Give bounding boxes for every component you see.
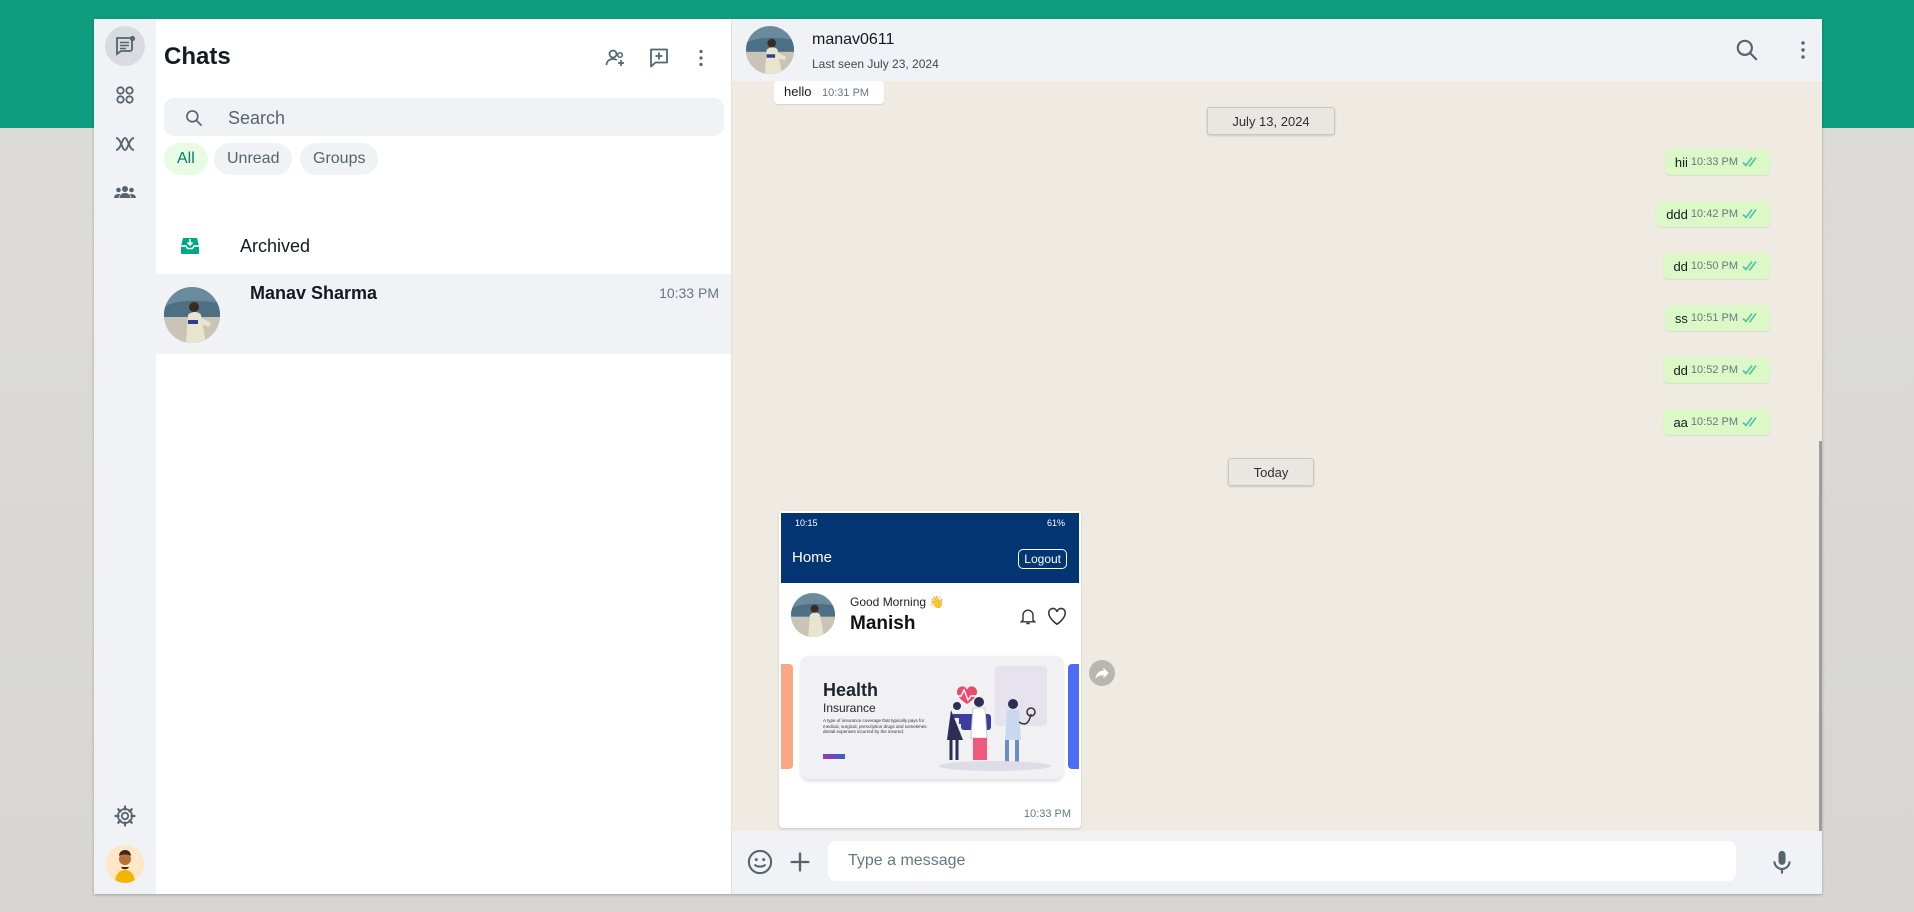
emoji-icon[interactable] [746,848,774,876]
banner-title: Health [823,680,879,700]
screenshot-statusbar: 10:15 61% [781,513,1079,535]
attach-plus-icon[interactable] [786,848,814,876]
heart-icon [1048,607,1066,626]
message-text: ss [1674,310,1688,326]
message-text: hii [1674,154,1688,170]
search-input[interactable] [226,98,710,138]
settings-gear-icon[interactable] [105,796,145,836]
communities-icon[interactable] [105,172,145,212]
screenshot-appbar: Home Logout [781,535,1079,583]
microphone-icon[interactable] [1768,848,1796,876]
message-time: 10:50 PM [1690,260,1738,272]
nav-rail [94,19,157,894]
new-community-icon[interactable] [600,43,630,73]
outgoing-message[interactable]: hii 10:33 PM [1664,149,1770,175]
chats-icon[interactable] [105,26,145,66]
message-composer [732,831,1822,894]
message-input[interactable] [828,841,1736,881]
carousel-next-card [1068,664,1079,769]
message-text: ddd [1666,206,1688,222]
screenshot-logout-button: Logout [1018,549,1067,569]
filter-unread[interactable]: Unread [214,143,293,175]
message-time: 10:33 PM [1690,156,1738,168]
incoming-message[interactable]: hello 10:31 PM [774,81,884,104]
screenshot-user-name: Manish [850,613,916,634]
double-tick-icon [1742,313,1757,323]
outgoing-message[interactable]: dd 10:52 PM [1663,357,1770,383]
forward-icon[interactable] [1089,660,1115,686]
health-insurance-banner: Health Insurance A type of insurance cov… [801,656,1063,779]
screenshot-home-title: Home [792,549,833,566]
filter-all[interactable]: All [164,143,208,175]
chat-list-panel: Chats All Unread Groups Archived Manav S… [156,19,732,894]
profile-avatar[interactable] [106,845,144,883]
double-tick-icon [1742,417,1757,427]
message-area: hello 10:31 PM July 13, 2024 hii 10:33 PM… [732,81,1822,849]
message-text: dd [1673,362,1688,378]
status-icon[interactable] [105,75,145,115]
outgoing-message[interactable]: aa 10:52 PM [1663,409,1770,435]
double-tick-icon [1742,261,1757,271]
chats-title: Chats [164,43,231,70]
outgoing-message[interactable]: ddd 10:42 PM [1656,201,1770,227]
archived-row[interactable]: Archived [156,222,731,270]
message-time: 10:51 PM [1690,312,1738,324]
contact-header-avatar[interactable] [746,26,794,74]
contact-name: manav0611 [812,31,895,48]
contact-avatar [164,287,220,343]
banner-text: A type of insurance coverage that typica… [823,718,927,734]
banner-indicator [823,754,845,759]
outgoing-message[interactable]: ss 10:51 PM [1664,305,1770,331]
chat-name: Manav Sharma [250,283,378,303]
scrollbar[interactable] [1819,441,1822,851]
message-time: 10:42 PM [1690,208,1738,220]
archive-icon [181,238,199,254]
message-time: 10:31 PM [822,87,870,99]
message-text: aa [1673,414,1688,430]
bell-icon [1019,609,1037,625]
message-time: 10:52 PM [1690,416,1738,428]
banner-subtitle: Insurance [823,701,876,715]
carousel-prev-card [781,664,793,769]
archived-label: Archived [240,236,311,256]
chat-time: 10:33 PM [659,285,719,301]
contact-status: Last seen July 23, 2024 [812,57,939,71]
new-chat-icon[interactable] [644,43,674,73]
screenshot-status-time: 10:15 [795,518,818,528]
outgoing-message[interactable]: dd 10:50 PM [1663,253,1770,279]
conversation-menu-icon[interactable] [1790,37,1816,63]
chat-list-item[interactable]: Manav Sharma 10:33 PM [156,274,731,354]
screenshot-greeting: Good Morning 👋 [850,595,945,609]
search-box [164,98,724,138]
double-tick-icon [1742,157,1757,167]
channels-icon[interactable] [105,124,145,164]
double-tick-icon [1742,209,1757,219]
doctors-illustration [939,666,1051,771]
message-text: hello [784,84,812,99]
screenshot-avatar [791,593,835,637]
search-icon [186,110,202,126]
date-chip: Today [1228,458,1314,486]
conversation-panel: manav0611 Last seen July 23, 2024 hello … [732,19,1822,894]
app-window: Chats All Unread Groups Archived Manav S… [94,19,1822,894]
shared-screenshot[interactable]: 10:15 61% Home Logout Good Morning 👋 Man… [781,513,1079,797]
double-tick-icon [1742,365,1757,375]
message-time: 10:52 PM [1690,364,1738,376]
menu-dots-icon[interactable] [686,43,716,73]
screenshot-battery: 61% [1046,518,1065,528]
search-chat-icon[interactable] [1734,37,1760,63]
date-chip: July 13, 2024 [1207,107,1335,135]
filter-groups[interactable]: Groups [300,143,379,175]
message-text: dd [1673,258,1688,274]
image-time: 10:33 PM [1023,808,1071,820]
conversation-header[interactable]: manav0611 Last seen July 23, 2024 [732,19,1822,81]
image-message[interactable]: 10:15 61% Home Logout Good Morning 👋 Man… [779,511,1081,828]
